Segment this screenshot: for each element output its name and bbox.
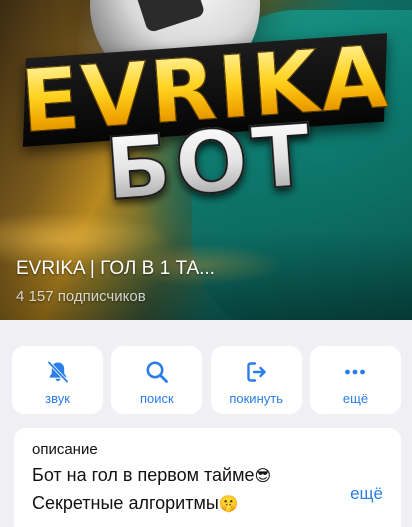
- sunglasses-emoji: 😎: [254, 468, 272, 485]
- more-dots-icon: [345, 369, 366, 375]
- search-icon: [146, 361, 168, 383]
- cover-logo-bottom-text: БОТ: [101, 105, 319, 221]
- description-line-1-text: Бот на гол в первом тайме: [32, 465, 255, 485]
- leave-button-label: покинуть: [229, 391, 283, 406]
- channel-title: EVRIKA | ГОЛ В 1 ТА...: [16, 258, 215, 279]
- leave-button[interactable]: покинуть: [210, 346, 302, 414]
- more-button[interactable]: ещё: [309, 346, 401, 414]
- leave-icon: [247, 362, 266, 382]
- cover-logo-bot: БОТ: [77, 105, 343, 221]
- description-line-1: Бот на гол в первом тайме😎: [32, 462, 385, 490]
- description-line-2-text: Секретные алгоритмы: [32, 493, 219, 513]
- shushing-emoji: 🤫: [218, 496, 239, 513]
- more-button-label: ещё: [342, 391, 369, 406]
- description-line-2: Секретные алгоритмы🤫: [32, 490, 385, 518]
- description-card: описание Бот на гол в первом тайме😎 Секр…: [14, 428, 401, 527]
- description-more-link[interactable]: ещё: [350, 484, 383, 504]
- channel-actions: звук поиск покинуть ещё: [12, 346, 401, 414]
- description-caption: описание: [32, 441, 98, 458]
- muted-bell-icon: [46, 360, 69, 384]
- search-button[interactable]: поиск: [111, 346, 203, 414]
- channel-subscriber-count: 4 157 подписчиков: [16, 288, 146, 305]
- sound-button-label: звук: [45, 391, 70, 406]
- sound-button[interactable]: звук: [12, 346, 103, 414]
- channel-cover: EVRIKA БОТ EVRIKA | ГОЛ В 1 ТА... 4 157 …: [0, 0, 412, 320]
- search-button-label: поиск: [139, 391, 174, 406]
